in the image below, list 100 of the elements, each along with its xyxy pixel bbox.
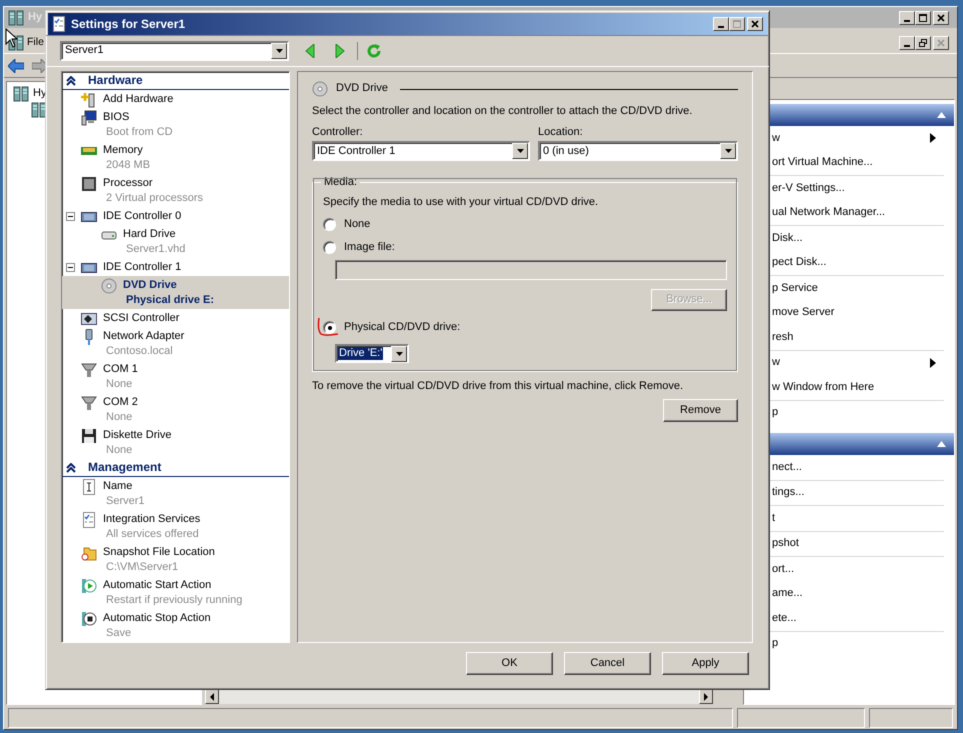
collapse-toggle-icon[interactable] — [66, 263, 75, 272]
close-icon — [937, 14, 945, 22]
action-item[interactable]: ete... — [772, 612, 796, 625]
remove-button[interactable]: Remove — [663, 399, 738, 422]
action-item[interactable]: resh — [772, 330, 794, 344]
action-item[interactable]: p Service — [772, 282, 818, 295]
item-name: DVD Drive — [123, 278, 178, 293]
location-select[interactable]: 0 (in use) — [538, 141, 738, 162]
tree-item[interactable]: IDE Controller 0 — [62, 207, 289, 225]
play-icon — [81, 578, 97, 594]
tree-item[interactable]: SCSI Controller — [62, 309, 289, 327]
vm-select[interactable]: Server1 — [60, 40, 289, 60]
radio-label[interactable]: Image file: — [344, 240, 395, 254]
server-icon — [13, 86, 29, 102]
radio-button[interactable] — [323, 218, 336, 231]
next-icon[interactable] — [335, 44, 345, 58]
tree-item[interactable]: Processor 2 Virtual processors — [62, 174, 289, 207]
serial-port-icon — [81, 394, 97, 410]
item-name: Network Adapter — [103, 329, 184, 344]
action-item[interactable]: Disk... — [772, 232, 803, 245]
action-item[interactable]: move Server — [772, 306, 834, 320]
tree-item[interactable]: Automatic Stop Action Save — [62, 609, 289, 642]
caret-icon — [396, 352, 402, 356]
back-arrow-icon[interactable] — [8, 58, 24, 72]
controller-select[interactable]: IDE Controller 1 — [312, 141, 530, 162]
minimize-button[interactable] — [899, 36, 915, 50]
item-detail: Contoso.local — [105, 344, 174, 359]
close-button[interactable] — [933, 10, 949, 24]
section-title: Management — [88, 460, 162, 475]
restore-icon — [919, 38, 927, 46]
action-item[interactable]: p — [772, 637, 778, 650]
tree-item[interactable]: Diskette Drive None — [62, 426, 289, 459]
action-item[interactable]: ort Virtual Machine... — [772, 156, 873, 170]
tree-item[interactable]: COM 2 None — [62, 393, 289, 426]
maximize-icon — [733, 20, 741, 28]
close-button[interactable] — [933, 36, 949, 50]
serial-port-icon — [81, 362, 97, 378]
tree-item[interactable]: Integration Services All services offered — [62, 510, 289, 543]
tree-item[interactable]: Hard Drive Server1.vhd — [62, 225, 289, 258]
minimize-button[interactable] — [899, 10, 915, 24]
close-button[interactable] — [747, 17, 763, 31]
tree-item[interactable]: Add Hardware — [62, 90, 289, 108]
minimize-icon — [904, 44, 910, 46]
dialog-button[interactable]: Apply — [662, 652, 749, 675]
section-header[interactable]: Hardware — [62, 72, 289, 90]
collapse-toggle-icon[interactable] — [66, 212, 75, 221]
action-item[interactable]: ort... — [772, 562, 794, 576]
radio-label[interactable]: Physical CD/DVD drive: — [344, 320, 460, 334]
item-name: SCSI Controller — [103, 311, 180, 326]
radio-button[interactable] — [323, 240, 336, 254]
action-item[interactable]: tings... — [772, 486, 804, 500]
action-item[interactable]: ual Network Manager... — [772, 206, 886, 220]
action-item[interactable]: w — [772, 132, 780, 145]
tree-item[interactable]: Memory 2048 MB — [62, 141, 289, 174]
previous-icon[interactable] — [305, 44, 315, 58]
tree-item[interactable]: COM 1 None — [62, 360, 289, 393]
restore-button[interactable] — [915, 36, 931, 50]
scroll-left-button[interactable] — [205, 689, 219, 704]
chip-icon — [81, 176, 97, 192]
collapse-icon[interactable] — [66, 462, 76, 472]
forward-arrow-icon[interactable] — [32, 58, 48, 72]
maximize-button[interactable] — [729, 17, 745, 31]
item-name: Processor — [103, 176, 154, 191]
section-header[interactable]: Management — [62, 459, 289, 477]
tree-item[interactable]: BIOS Boot from CD — [62, 108, 289, 141]
tree-item[interactable]: IDE Controller 1 — [62, 258, 289, 276]
action-item[interactable]: nect... — [772, 460, 802, 474]
location-label: Location: — [538, 126, 584, 140]
item-name: Memory — [103, 143, 144, 158]
dialog-button[interactable]: Cancel — [564, 652, 651, 675]
action-item[interactable]: pect Disk... — [772, 256, 826, 270]
tree-item[interactable]: Name Server1 — [62, 477, 289, 510]
remove-hint: To remove the virtual CD/DVD drive from this virtual machine, click Remove. — [312, 380, 684, 394]
tree-item[interactable]: Snapshot File Location C:\VM\Server1 — [62, 543, 289, 576]
tree-item[interactable]: DVD Drive Physical drive E: — [62, 276, 289, 309]
item-detail: None — [105, 377, 134, 392]
action-item[interactable]: t — [772, 512, 776, 525]
tree-item[interactable]: Automatic Start Action Restart if previously running — [62, 576, 289, 609]
action-item[interactable]: ame... — [772, 587, 803, 600]
item-name: Snapshot File Location — [103, 545, 215, 560]
dialog-button[interactable]: OK — [466, 652, 553, 675]
action-item[interactable]: er-V Settings... — [772, 182, 845, 195]
radio-button[interactable] — [323, 321, 336, 334]
drive-select[interactable]: Drive 'E:' — [335, 344, 409, 364]
action-item[interactable]: pshot — [772, 537, 799, 550]
item-name: IDE Controller 1 — [103, 260, 182, 275]
radio-label[interactable]: None — [344, 218, 370, 231]
action-item[interactable]: p — [772, 406, 778, 420]
item-detail: Physical drive E: — [125, 293, 214, 308]
minimize-button[interactable] — [713, 17, 729, 31]
collapse-icon[interactable] — [66, 76, 76, 86]
checklist-icon — [51, 16, 67, 32]
tree-item[interactable]: Network Adapter Contoso.local — [62, 327, 289, 360]
menu-item[interactable]: File — [27, 36, 44, 49]
action-item[interactable]: w — [772, 356, 780, 370]
scroll-right-button[interactable] — [699, 689, 713, 704]
action-item[interactable]: w Window from Here — [772, 380, 874, 394]
maximize-button[interactable] — [915, 10, 931, 24]
item-name: BIOS — [103, 110, 130, 125]
media-hint: Specify the media to use with your virtual CD/DVD drive. — [323, 196, 600, 210]
